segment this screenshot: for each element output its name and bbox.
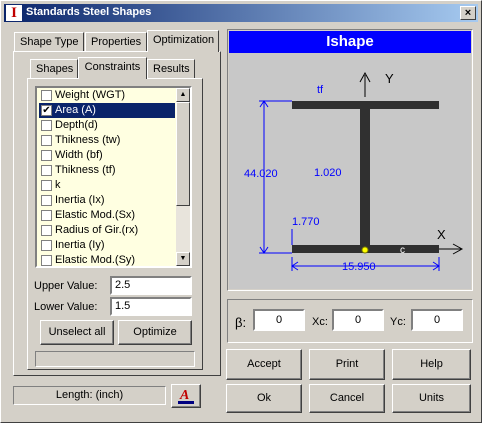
list-item[interactable]: Thikness (tw)	[39, 133, 175, 148]
app-icon: I	[6, 5, 22, 21]
length-unit-display: Length: (inch)	[13, 386, 166, 405]
tab-shapes[interactable]: Shapes	[30, 59, 78, 79]
list-scrollbar[interactable]: ▲ ▼	[176, 88, 190, 266]
x-axis-label: X	[437, 227, 446, 242]
cancel-button[interactable]: Cancel	[309, 384, 385, 413]
yc-input[interactable]: 0	[411, 309, 463, 331]
centroid-label: c	[400, 245, 405, 256]
window-title: Standards Steel Shapes	[26, 6, 152, 18]
lower-value-label: Lower Value:	[34, 301, 98, 313]
checkbox[interactable]	[41, 120, 52, 131]
tf-label: tf	[317, 84, 324, 96]
beta-label: β:	[235, 315, 247, 330]
web	[360, 109, 370, 245]
list-item[interactable]: Thikness (tf)	[39, 163, 175, 178]
title-bar[interactable]: I Standards Steel Shapes ×	[4, 4, 478, 22]
dialog-window: I Standards Steel Shapes × Shape Type Pr…	[0, 0, 482, 423]
checkbox[interactable]	[41, 210, 52, 221]
width-label: 15.950	[342, 261, 376, 273]
checkbox[interactable]	[41, 240, 52, 251]
ok-button[interactable]: Ok	[226, 384, 302, 413]
list-item[interactable]: Radius of Gir.(rx)	[39, 223, 175, 238]
web-thickness-label: 1.020	[314, 167, 342, 179]
upper-value-label: Upper Value:	[34, 280, 98, 292]
font-icon: A	[178, 388, 194, 404]
tab-properties[interactable]: Properties	[85, 32, 147, 52]
upper-value-input[interactable]: 2.5	[110, 276, 192, 295]
optimize-button[interactable]: Optimize	[118, 320, 192, 345]
depth-label: 44.020	[244, 168, 278, 180]
close-button[interactable]: ×	[460, 6, 476, 20]
list-item[interactable]: Depth(d)	[39, 118, 175, 133]
checkbox[interactable]	[41, 255, 52, 266]
i-beam-diagram: Y tf X c 44.020 1.020 1.770 15.950	[244, 71, 464, 273]
progress-bar	[35, 351, 195, 367]
top-flange	[292, 101, 439, 109]
shape-title: Ishape	[229, 31, 471, 53]
list-item[interactable]: ✔ Area (A)	[39, 103, 175, 118]
list-item[interactable]: Inertia (Iy)	[39, 238, 175, 253]
list-item[interactable]: Weight (WGT)	[39, 88, 175, 103]
xc-input[interactable]: 0	[332, 309, 384, 331]
list-item[interactable]: Width (bf)	[39, 148, 175, 163]
checkbox[interactable]	[41, 225, 52, 236]
yc-label: Yc:	[390, 316, 406, 328]
k-label: 1.770	[292, 216, 320, 228]
scroll-up-icon[interactable]: ▲	[176, 88, 190, 102]
checkbox[interactable]	[41, 180, 52, 191]
units-button[interactable]: Units	[392, 384, 471, 413]
accept-button[interactable]: Accept	[226, 349, 302, 380]
checkbox[interactable]	[41, 150, 52, 161]
constraints-list[interactable]: Weight (WGT) ✔ Area (A) Depth(d) Thikness…	[35, 86, 192, 268]
list-item[interactable]: Elastic Mod.(Sx)	[39, 208, 175, 223]
checkbox[interactable]	[41, 195, 52, 206]
list-item[interactable]: Inertia (Ix)	[39, 193, 175, 208]
unselect-all-button[interactable]: Unselect all	[40, 320, 114, 345]
tab-constraints[interactable]: Constraints	[78, 57, 147, 79]
tab-shape-type[interactable]: Shape Type	[14, 32, 84, 52]
beta-input[interactable]: 0	[253, 309, 305, 331]
checkbox[interactable]	[41, 165, 52, 176]
tab-optimization[interactable]: Optimization	[147, 30, 219, 52]
list-item[interactable]: Elastic Mod.(Sy)	[39, 253, 175, 266]
tab-results[interactable]: Results	[147, 59, 195, 79]
checkbox[interactable]: ✔	[41, 105, 52, 116]
font-button[interactable]: A	[171, 384, 201, 408]
lower-value-input[interactable]: 1.5	[110, 297, 192, 316]
list-item[interactable]: k	[39, 178, 175, 193]
print-button[interactable]: Print	[309, 349, 385, 380]
scroll-thumb[interactable]	[176, 102, 190, 206]
scroll-down-icon[interactable]: ▼	[176, 252, 190, 266]
checkbox[interactable]	[41, 135, 52, 146]
checkbox[interactable]	[41, 90, 52, 101]
shape-drawing: Y tf X c 44.020 1.020 1.770 15.950	[229, 53, 471, 289]
xc-label: Xc:	[312, 316, 328, 328]
svg-text:A: A	[179, 388, 189, 403]
centroid-point	[361, 246, 369, 254]
help-button[interactable]: Help	[392, 349, 471, 380]
y-axis-label: Y	[385, 71, 394, 86]
